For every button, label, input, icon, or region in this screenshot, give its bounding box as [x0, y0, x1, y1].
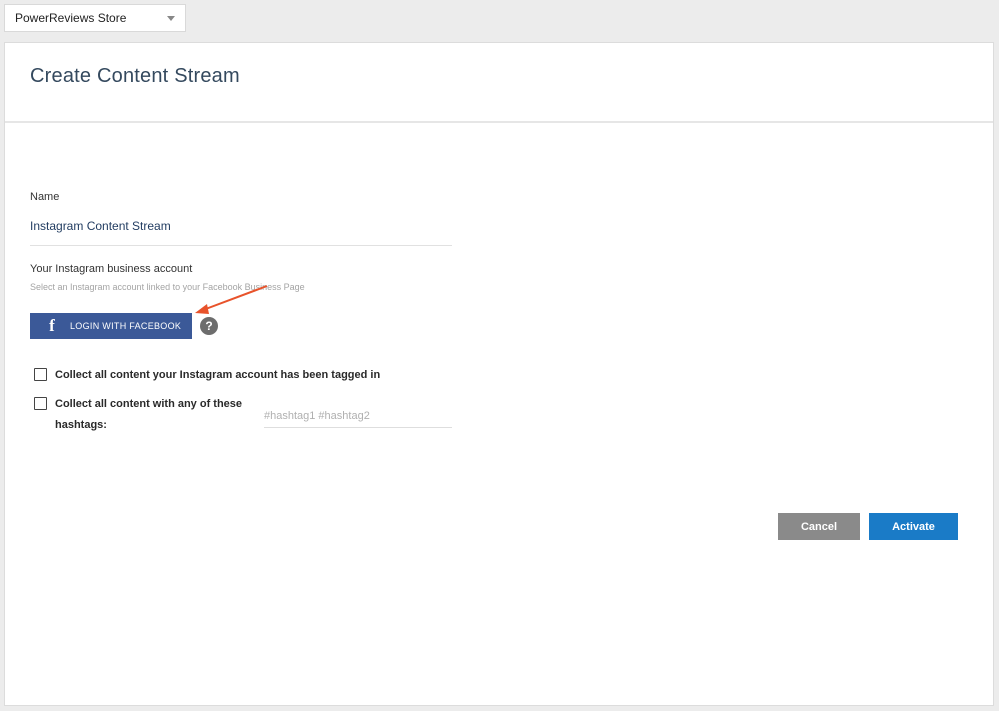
activate-button[interactable]: Activate: [869, 513, 958, 540]
store-selector-dropdown[interactable]: PowerReviews Store: [4, 4, 186, 32]
checkbox-hashtag-content-label-line1: Collect all content with any of these: [55, 398, 243, 410]
name-label: Name: [30, 191, 60, 203]
panel-header: Create Content Stream: [5, 43, 993, 123]
chevron-down-icon: [167, 16, 175, 21]
facebook-icon: f: [49, 316, 55, 335]
name-field[interactable]: Instagram Content Stream: [30, 219, 452, 246]
hashtags-input[interactable]: [264, 405, 452, 428]
login-with-facebook-label: LOGIN WITH FACEBOOK: [70, 321, 182, 331]
login-with-facebook-button[interactable]: f LOGIN WITH FACEBOOK: [30, 313, 192, 339]
checkbox-tagged-content-label: Collect all content your Instagram accou…: [55, 369, 381, 381]
cancel-button[interactable]: Cancel: [778, 513, 860, 540]
checkbox-tagged-content[interactable]: [34, 368, 47, 381]
page-title: Create Content Stream: [30, 65, 240, 87]
checkbox-hashtag-content[interactable]: [34, 397, 47, 410]
store-selector-value: PowerReviews Store: [15, 11, 127, 25]
checkbox-hashtag-content-label-line2: hashtags:: [55, 419, 107, 431]
create-content-stream-panel: Create Content Stream Name Instagram Con…: [4, 42, 994, 706]
instagram-account-label: Your Instagram business account: [30, 263, 193, 275]
arrow-annotation: [195, 285, 268, 314]
